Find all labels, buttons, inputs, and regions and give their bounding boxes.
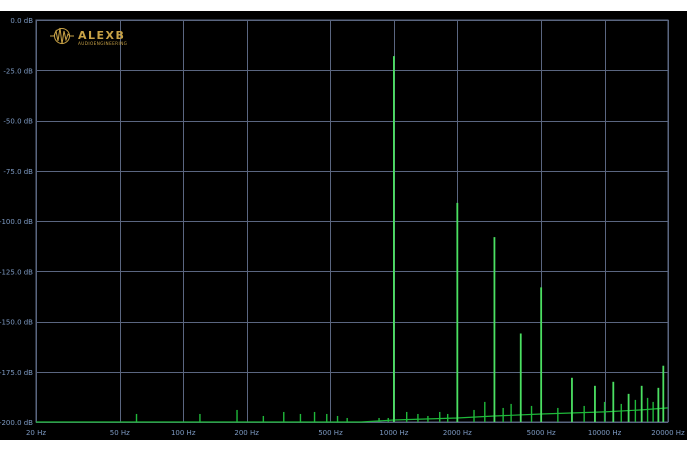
y-tick-label: -125.0 dB [0, 268, 33, 276]
x-tick-label: 2000 Hz [443, 429, 472, 437]
x-tick-label: 5000 Hz [527, 429, 556, 437]
x-tick-label: 50 Hz [110, 429, 130, 437]
y-tick-label: -175.0 dB [0, 369, 33, 377]
y-tick-label: -50.0 dB [3, 118, 33, 126]
x-tick-label: 1000 Hz [379, 429, 408, 437]
x-tick-label: 20000 Hz [651, 429, 685, 437]
spectrum-chart: 0.0 dB -25.0 dB -50.0 dB -75.0 dB -100.0 dB -… [0, 0, 687, 451]
y-tick-label: -25.0 dB [3, 67, 33, 75]
y-tick-label: -200.0 dB [0, 419, 33, 427]
logo-sub-text: AUDIOENGINEERING [78, 41, 127, 46]
y-tick-label: -150.0 dB [0, 319, 33, 327]
y-tick-label: -75.0 dB [3, 168, 33, 176]
x-tick-label: 20 Hz [26, 429, 46, 437]
x-tick-label: 200 Hz [234, 429, 259, 437]
plot-background [0, 11, 687, 440]
y-tick-label: -100.0 dB [0, 218, 33, 226]
x-tick-label: 100 Hz [171, 429, 196, 437]
x-tick-label: 500 Hz [318, 429, 343, 437]
y-tick-label: 0.0 dB [10, 17, 33, 25]
spectrum-plot: 0.0 dB -25.0 dB -50.0 dB -75.0 dB -100.0 dB -… [0, 11, 687, 440]
x-tick-label: 10000 Hz [588, 429, 622, 437]
